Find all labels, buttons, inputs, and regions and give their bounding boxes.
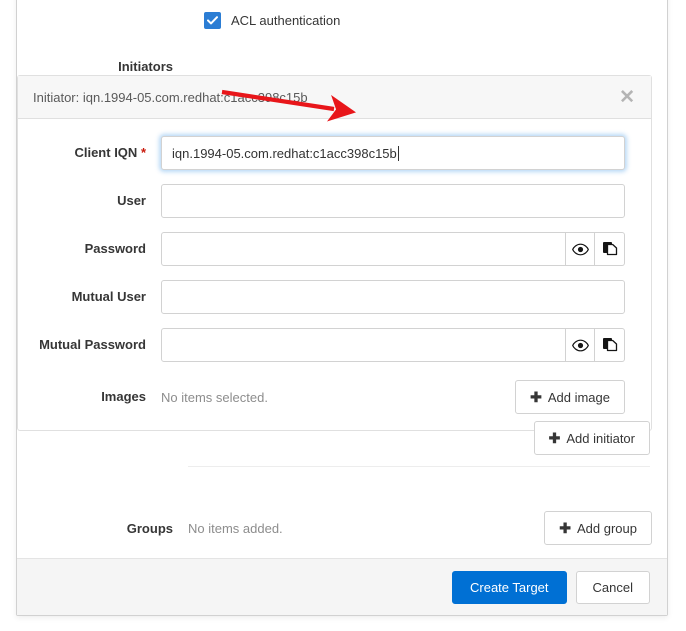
add-image-button[interactable]: ✚ Add image [515,380,625,414]
mutual-password-control [161,328,651,362]
add-initiator-row: ✚ Add initiator [188,421,650,467]
images-empty-text: No items selected. [161,389,268,405]
groups-label: Groups [126,521,173,536]
cancel-button[interactable]: Cancel [575,570,650,604]
groups-items-line: No items added. ✚ Add group [188,511,652,545]
client-iqn-label-text: Client IQN [74,145,138,160]
add-image-button-label: Add image [547,389,610,405]
cancel-button-label: Cancel [592,579,633,595]
field-row-mutual-user: Mutual User [18,280,651,314]
acl-authentication-row: ACL authentication [17,12,340,29]
mutual-password-copy-button[interactable] [595,328,625,362]
mutual-password-input[interactable] [161,328,566,362]
plus-icon: ✚ [559,520,571,536]
initiators-control: Initiator: iqn.1994-05.com.redhat:c1acc3… [17,75,667,431]
create-target-button[interactable]: Create Target [452,570,567,604]
initiator-panel-title: Initiator: iqn.1994-05.com.redhat:c1acc3… [33,89,308,105]
add-group-button-label: Add group [577,520,637,536]
groups-empty-text: No items added. [188,520,283,536]
add-group-button[interactable]: ✚ Add group [544,511,652,545]
text-caret [397,145,399,161]
copy-icon [602,242,617,256]
close-icon[interactable]: ✕ [616,86,638,109]
plus-icon: ✚ [548,430,561,446]
images-items-line: No items selected. ✚ Add image [161,380,625,414]
password-control [161,232,651,266]
required-marker: * [140,145,146,160]
eye-icon [571,339,589,351]
field-row-mutual-password: Mutual Password [18,328,651,362]
groups-row: Groups No items added. ✚ Add group [17,511,667,545]
user-input[interactable] [161,184,625,218]
check-icon [207,16,218,25]
user-control [161,184,651,218]
client-iqn-value: iqn.1994-05.com.redhat:c1acc398c15b [172,145,397,161]
eye-icon [571,243,589,255]
groups-control: No items added. ✚ Add group [188,511,667,545]
client-iqn-control: iqn.1994-05.com.redhat:c1acc398c15b [161,136,651,170]
mutual-user-control [161,280,651,314]
copy-icon [602,338,617,352]
plus-icon: ✚ [530,389,542,405]
mutual-password-label: Mutual Password [39,337,146,352]
add-initiator-button[interactable]: ✚ Add initiator [533,421,650,455]
field-row-password: Password [18,232,651,266]
password-input-group [161,232,625,266]
images-label: Images [101,389,146,404]
create-target-dialog: ACL authentication Initiators Initiator:… [16,0,668,616]
password-label: Password [84,241,146,256]
create-target-button-label: Create Target [470,579,549,595]
mutual-user-input[interactable] [161,280,625,314]
client-iqn-input[interactable]: iqn.1994-05.com.redhat:c1acc398c15b [161,136,625,170]
initiators-row: Initiators Initiator: iqn.1994-05.com.re… [17,47,667,431]
initiator-panel: Initiator: iqn.1994-05.com.redhat:c1acc3… [17,75,652,431]
user-label: User [117,193,146,208]
field-row-user: User [18,184,651,218]
initiator-panel-header: Initiator: iqn.1994-05.com.redhat:c1acc3… [18,76,651,119]
mutual-user-label: Mutual User [71,289,146,304]
dialog-footer: Create Target Cancel [17,558,667,615]
acl-authentication-checkbox[interactable] [204,12,221,29]
client-iqn-label: Client IQN * [18,136,161,162]
mutual-password-input-group [161,328,625,362]
acl-authentication-label: ACL authentication [231,13,341,28]
initiators-label: Initiators [118,59,173,74]
initiator-panel-body: Client IQN * iqn.1994-05.com.redhat:c1ac… [18,119,651,430]
field-row-client-iqn: Client IQN * iqn.1994-05.com.redhat:c1ac… [18,136,651,170]
password-input[interactable] [161,232,566,266]
password-copy-button[interactable] [595,232,625,266]
dialog-body: ACL authentication Initiators Initiator:… [17,0,667,558]
images-control: No items selected. ✚ Add image [161,380,651,414]
field-row-images: Images No items selected. ✚ Add image [18,380,651,414]
add-initiator-button-label: Add initiator [566,430,635,446]
password-toggle-visibility-button[interactable] [565,232,596,266]
mutual-password-toggle-visibility-button[interactable] [565,328,596,362]
